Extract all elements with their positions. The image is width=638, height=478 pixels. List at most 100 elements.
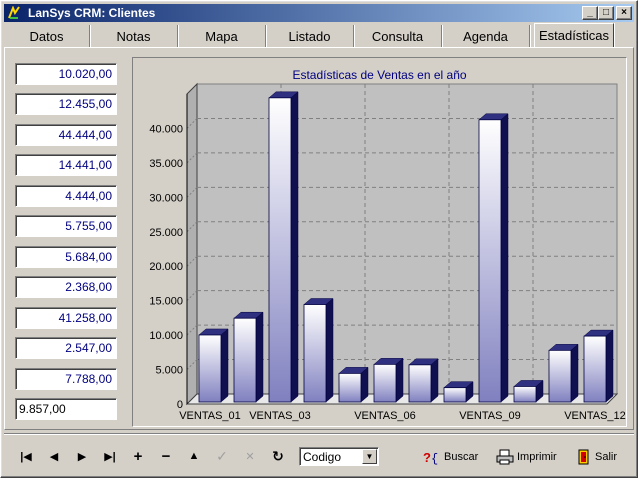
last-icon: ▶| xyxy=(104,450,116,463)
value-field-11[interactable]: 7.788,00 xyxy=(15,368,117,390)
tab-agenda[interactable]: Agenda xyxy=(442,25,530,47)
sort-field-value: Codigo xyxy=(303,450,342,464)
x-tick-label: VENTAS_03 xyxy=(249,410,311,422)
exit-door-icon xyxy=(576,449,592,465)
maximize-button[interactable]: □ xyxy=(598,6,614,20)
cancel-icon: ✕ xyxy=(245,450,255,463)
value-field-01[interactable]: 10.020,00 xyxy=(15,63,117,85)
tab-bar: Datos Notas Mapa Listado Consulta Agenda… xyxy=(4,23,634,47)
tab-consulta[interactable]: Consulta xyxy=(354,25,442,47)
salir-label: Salir xyxy=(595,451,618,463)
value-field-12[interactable]: 9.857,00 xyxy=(15,398,117,420)
value-field-08[interactable]: 2.368,00 xyxy=(15,276,117,298)
y-tick-label: 10.000 xyxy=(149,330,183,342)
y-tick-label: 5.000 xyxy=(155,365,183,377)
buscar-button[interactable]: ?{ Buscar xyxy=(423,447,478,467)
bar xyxy=(268,97,292,403)
cancel-record-button[interactable]: ✕ xyxy=(240,446,260,466)
title-bar[interactable]: LanSys CRM: Clientes _ □ × xyxy=(4,4,634,22)
bar-side xyxy=(605,329,614,403)
maximize-icon: □ xyxy=(602,7,610,18)
last-record-button[interactable]: ▶| xyxy=(100,446,120,466)
tab-notas[interactable]: Notas xyxy=(90,25,178,47)
tab-listado[interactable]: Listado xyxy=(266,25,354,47)
sales-chart: 05.00010.00015.00020.00025.00030.00035.0… xyxy=(149,82,626,422)
value-field-10[interactable]: 2.547,00 xyxy=(15,337,117,359)
close-button[interactable]: × xyxy=(616,6,632,20)
prev-icon: ◀ xyxy=(49,450,59,463)
y-tick-label: 15.000 xyxy=(149,296,183,308)
bar xyxy=(233,317,257,403)
y-tick-label: 40.000 xyxy=(149,123,183,135)
refresh-button[interactable]: ↻ xyxy=(268,446,288,466)
app-window: LanSys CRM: Clientes _ □ × Datos Notas M… xyxy=(0,0,638,478)
bar xyxy=(373,363,397,403)
bar xyxy=(408,364,432,403)
bar xyxy=(513,386,537,403)
bar-side xyxy=(255,311,264,403)
value-field-09[interactable]: 41.258,00 xyxy=(15,307,117,329)
bar xyxy=(478,119,502,403)
y-tick-label: 30.000 xyxy=(149,192,183,204)
prev-record-button[interactable]: ◀ xyxy=(44,446,64,466)
bar-side xyxy=(360,366,369,403)
buscar-label: Buscar xyxy=(444,451,479,463)
first-record-button[interactable]: |◀ xyxy=(16,446,36,466)
bar-side xyxy=(395,357,404,403)
printer-icon xyxy=(496,449,514,465)
insert-record-button[interactable]: + xyxy=(128,446,148,466)
refresh-icon: ↻ xyxy=(272,447,284,464)
svg-text:?: ? xyxy=(423,450,431,465)
plus-icon: + xyxy=(133,447,143,465)
tab-estadisticas[interactable]: Estadísticas xyxy=(534,23,614,47)
minimize-icon: _ xyxy=(587,7,593,18)
x-tick-label: VENTAS_12 xyxy=(564,410,626,422)
y-tick-label: 35.000 xyxy=(149,158,183,170)
value-field-04[interactable]: 14.441,00 xyxy=(15,154,117,176)
next-record-button[interactable]: ▶ xyxy=(72,446,92,466)
bar-side xyxy=(290,91,299,403)
bar-side xyxy=(570,343,579,403)
edit-record-button[interactable]: ▲ xyxy=(184,446,204,466)
x-tick-label: VENTAS_01 xyxy=(179,410,241,422)
bar xyxy=(548,349,572,403)
bar-side xyxy=(325,297,334,403)
bar xyxy=(583,335,607,403)
imprimir-label: Imprimir xyxy=(517,451,557,463)
post-record-button[interactable]: ✓ xyxy=(212,446,232,466)
minus-icon: − xyxy=(161,447,171,465)
bar xyxy=(303,304,327,403)
value-field-07[interactable]: 5.684,00 xyxy=(15,246,117,268)
bar-side xyxy=(500,113,509,403)
chevron-down-icon[interactable]: ▼ xyxy=(362,449,377,464)
close-icon: × xyxy=(621,7,627,18)
minimize-button[interactable]: _ xyxy=(582,6,598,20)
value-field-05[interactable]: 4.444,00 xyxy=(15,185,117,207)
tab-mapa[interactable]: Mapa xyxy=(178,25,266,47)
app-icon xyxy=(6,5,22,21)
bar-side xyxy=(430,358,439,403)
bar xyxy=(443,387,467,403)
svg-text:{: { xyxy=(431,452,438,465)
x-tick-label: VENTAS_06 xyxy=(354,410,416,422)
y-tick-label: 20.000 xyxy=(149,261,183,273)
bar-side xyxy=(220,328,229,403)
bar xyxy=(198,334,222,403)
bar xyxy=(338,372,362,403)
value-field-06[interactable]: 5.755,00 xyxy=(15,215,117,237)
imprimir-button[interactable]: Imprimir xyxy=(496,447,557,467)
plot-left-wall xyxy=(186,82,198,406)
salir-button[interactable]: Salir xyxy=(576,447,617,467)
search-icon: ?{ xyxy=(423,449,441,465)
window-title: LanSys CRM: Clientes xyxy=(28,6,156,20)
sort-field-select[interactable]: Codigo ▼ xyxy=(299,447,379,466)
delete-record-button[interactable]: − xyxy=(156,446,176,466)
x-tick-label: VENTAS_09 xyxy=(459,410,521,422)
tab-datos[interactable]: Datos xyxy=(4,25,90,47)
first-icon: |◀ xyxy=(20,450,32,463)
value-field-02[interactable]: 12.455,00 xyxy=(15,93,117,115)
value-field-03[interactable]: 44.444,00 xyxy=(15,124,117,146)
checkmark-icon: ✓ xyxy=(216,447,228,464)
up-arrow-icon: ▲ xyxy=(188,450,200,462)
y-tick-label: 25.000 xyxy=(149,227,183,239)
